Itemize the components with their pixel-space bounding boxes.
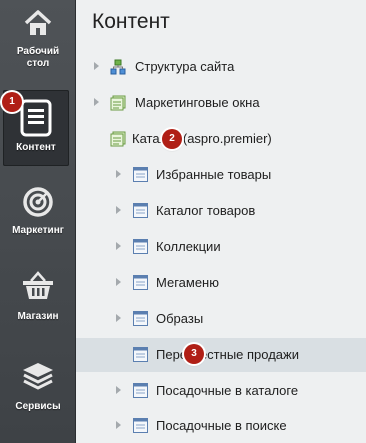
infoblock-icon — [133, 239, 148, 254]
tree-item-marketing-windows[interactable]: Маркетинговые окна — [76, 86, 366, 120]
infoblock-icon — [133, 383, 148, 398]
expand-arrow-icon[interactable] — [116, 206, 121, 214]
site-structure-icon — [110, 59, 126, 75]
tree-item-cross-sales[interactable]: Перекрестные продажи — [76, 338, 366, 372]
step-badge-3: 3 — [184, 344, 204, 364]
tree-item-collections[interactable]: Коллекции — [76, 230, 366, 264]
nav-marketing[interactable]: Маркетинг — [0, 186, 76, 237]
content-panel: Контент Структура сайта Маркетинговые ок… — [76, 0, 366, 443]
basket-icon — [23, 271, 53, 299]
nav-desktop-label-1: Рабочий — [16, 46, 60, 57]
tree-item-label: Маркетинговые окна — [135, 95, 260, 110]
nav-services-label: Сервисы — [15, 401, 61, 412]
nav-services[interactable]: Сервисы — [0, 361, 76, 413]
nav-desktop[interactable]: Рабочий стол — [0, 8, 76, 70]
expand-arrow-icon[interactable] — [116, 278, 121, 286]
infoblock-icon — [133, 311, 148, 326]
nav-shop-label: Магазин — [17, 311, 59, 322]
tree-item-megamenu[interactable]: Мегаменю — [76, 266, 366, 300]
tree-item-label: Коллекции — [156, 239, 221, 254]
tree-item-label: Перекрестные продажи — [156, 347, 299, 362]
page-title: Контент — [92, 10, 170, 33]
target-icon — [23, 187, 53, 217]
infoblock-icon — [133, 347, 148, 362]
left-navigation: Рабочий стол Контент 1 Маркетинг Магазин… — [0, 0, 76, 443]
infoblock-icon — [133, 167, 148, 182]
tree-item-label: Посадочные в поиске — [156, 418, 287, 433]
step-badge-1: 1 — [2, 92, 22, 112]
infoblock-type-icon — [110, 95, 126, 111]
tree-item-label: Каталог товаров — [156, 203, 256, 218]
tree-item-label: Образы — [156, 311, 204, 326]
tree-item-site-structure[interactable]: Структура сайта — [76, 50, 366, 84]
tree-item-catalog-landings[interactable]: Посадочные в каталоге — [76, 374, 366, 408]
home-icon — [24, 10, 52, 35]
nav-desktop-label-2: стол — [26, 58, 50, 69]
tree-item-search-landings[interactable]: Посадочные в поиске — [76, 409, 366, 443]
expand-arrow-icon[interactable] — [116, 314, 121, 322]
tree-item-favorite-products[interactable]: Избранные товары — [76, 158, 366, 192]
expand-arrow-icon[interactable] — [94, 62, 99, 70]
tree-item-label: Каталог (aspro.premier) — [132, 131, 272, 146]
tree-item-product-catalog[interactable]: Каталог товаров — [76, 194, 366, 228]
expand-arrow-icon[interactable] — [116, 170, 121, 178]
tree-item-label: Структура сайта — [135, 59, 235, 74]
nav-shop[interactable]: Магазин — [0, 271, 76, 323]
expand-arrow-icon[interactable] — [94, 98, 99, 106]
infoblock-icon — [133, 275, 148, 290]
step-badge-2: 2 — [162, 129, 182, 149]
expand-arrow-icon[interactable] — [116, 421, 121, 429]
nav-marketing-label: Маркетинг — [12, 225, 64, 236]
tree-item-label: Посадочные в каталоге — [156, 383, 299, 398]
tree-item-label: Мегаменю — [156, 275, 219, 290]
tree-item-catalog-aspro[interactable]: Каталог (aspro.premier) — [76, 122, 366, 156]
infoblock-icon — [133, 418, 148, 433]
infoblock-icon — [133, 203, 148, 218]
layers-icon — [23, 363, 53, 390]
expand-arrow-icon[interactable] — [116, 386, 121, 394]
expand-arrow-icon[interactable] — [116, 242, 121, 250]
document-icon — [20, 99, 52, 137]
tree-item-looks[interactable]: Образы — [76, 302, 366, 336]
infoblock-type-icon — [110, 131, 126, 147]
tree-item-label: Избранные товары — [156, 167, 272, 182]
nav-content-label: Контент — [16, 142, 56, 153]
